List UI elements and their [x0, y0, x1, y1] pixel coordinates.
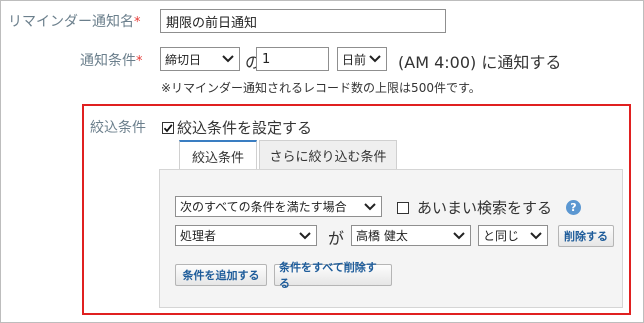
delete-all-conditions-label: 条件をすべて削除する — [279, 261, 377, 290]
add-condition-button[interactable]: 条件を追加する — [175, 264, 267, 286]
match-mode-value: 次のすべての条件を満たす場合 — [180, 200, 347, 214]
checkbox-unchecked-icon — [397, 201, 409, 214]
fuzzy-search-label: あいまい検索をする — [417, 199, 553, 217]
delete-condition-label: 削除する — [564, 230, 608, 243]
fuzzy-search-checkbox[interactable]: あいまい検索をする — [397, 197, 552, 218]
chevron-down-icon — [369, 55, 381, 63]
chevron-down-icon — [364, 202, 376, 211]
chevron-down-icon — [222, 55, 234, 63]
set-filter-label: 絞込条件を設定する — [177, 119, 313, 137]
date-field-select[interactable]: 締切日 — [160, 47, 240, 71]
required-mark: * — [134, 15, 141, 30]
condition-operator-value: と同じ — [483, 229, 520, 243]
condition-value: 高橋 健太 — [356, 229, 408, 243]
required-mark-2: * — [136, 54, 143, 69]
record-limit-note: ※リマインダー通知されるレコード数の上限は500件です。 — [161, 81, 481, 95]
chevron-down-icon — [530, 231, 542, 240]
offset-value: 1 — [262, 51, 271, 67]
condition-connector: が — [328, 229, 345, 248]
chevron-down-icon — [299, 231, 311, 240]
direction-select[interactable]: 日前 — [337, 47, 387, 71]
delete-condition-button[interactable]: 削除する — [558, 225, 614, 247]
reminder-name-label: リマインダー通知名* — [8, 11, 141, 31]
help-icon-glyph: ? — [570, 201, 577, 214]
offset-input[interactable]: 1 — [256, 47, 329, 71]
add-condition-label: 条件を追加する — [182, 269, 260, 282]
condition-field-select[interactable]: 処理者 — [175, 225, 317, 246]
direction-value: 日前 — [342, 52, 367, 67]
reminder-name-label-text: リマインダー通知名 — [8, 14, 134, 30]
date-field-value: 締切日 — [165, 52, 202, 67]
match-mode-select[interactable]: 次のすべての条件を満たす場合 — [175, 196, 382, 217]
tab-filter-conditions-label: 絞込条件 — [191, 150, 244, 166]
filter-label: 絞込条件 — [90, 120, 146, 136]
condition-operator-select[interactable]: と同じ — [478, 225, 548, 246]
notify-condition-label: 通知条件* — [80, 50, 143, 70]
help-icon[interactable]: ? — [566, 200, 581, 215]
delete-all-conditions-button[interactable]: 条件をすべて削除する — [274, 261, 392, 290]
set-filter-checkbox[interactable]: 絞込条件を設定する — [162, 117, 312, 138]
chevron-down-icon — [453, 231, 465, 240]
checkbox-checked-icon — [162, 121, 174, 134]
reminder-name-value: 期限の前日通知 — [166, 15, 258, 31]
tab-further-conditions-label: さらに絞り込む条件 — [269, 150, 387, 165]
notify-time-text: (AM 4:00) に通知する — [398, 53, 562, 72]
tab-filter-conditions[interactable]: 絞込条件 — [179, 140, 257, 170]
notify-condition-label-text: 通知条件 — [80, 53, 136, 69]
condition-value-select[interactable]: 高橋 健太 — [351, 225, 471, 246]
tab-further-conditions[interactable]: さらに絞り込む条件 — [259, 140, 397, 170]
condition-field-value: 処理者 — [180, 229, 217, 243]
reminder-name-input[interactable]: 期限の前日通知 — [160, 9, 446, 33]
